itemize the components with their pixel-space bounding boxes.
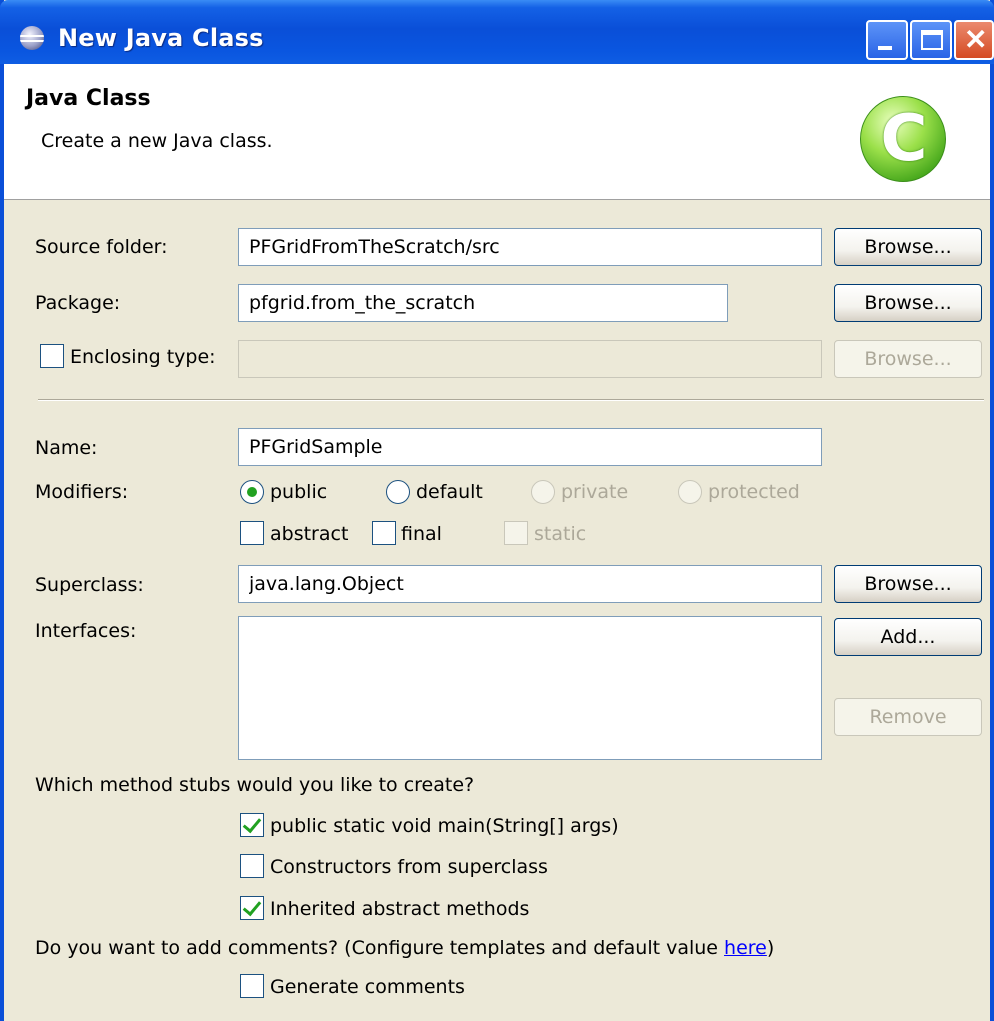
- maximize-icon: [921, 30, 943, 50]
- modifier-public-radio[interactable]: [240, 480, 264, 504]
- constructors-label: Constructors from superclass: [270, 856, 548, 878]
- modifier-final-checkbox[interactable]: [372, 521, 396, 545]
- interfaces-label: Interfaces:: [35, 620, 137, 642]
- modifiers-label: Modifiers:: [35, 481, 129, 503]
- inherited-methods-checkbox[interactable]: [240, 896, 264, 920]
- modifier-static-checkbox[interactable]: [504, 521, 528, 545]
- generate-comments-checkbox[interactable]: [240, 974, 264, 998]
- minimize-button[interactable]: [866, 20, 908, 60]
- window-title: New Java Class: [58, 24, 264, 52]
- enclosing-type-input[interactable]: [238, 340, 822, 378]
- separator: [38, 399, 984, 401]
- modifier-private-radio[interactable]: [531, 480, 555, 504]
- superclass-browse-button[interactable]: Browse...: [834, 565, 982, 603]
- source-folder-input[interactable]: [238, 228, 822, 266]
- comments-question: Do you want to add comments? (Configure …: [35, 937, 774, 959]
- modifier-private-label: private: [561, 481, 629, 503]
- comments-question-end: ): [766, 937, 775, 959]
- enclosing-type-checkbox[interactable]: [40, 344, 64, 368]
- close-icon: ✕: [964, 24, 988, 55]
- source-folder-browse-button[interactable]: Browse...: [834, 228, 982, 266]
- source-folder-label: Source folder:: [35, 236, 168, 258]
- main-method-label: public static void main(String[] args): [270, 815, 619, 837]
- package-label: Package:: [35, 292, 121, 314]
- enclosing-type-browse-button[interactable]: Browse...: [834, 340, 982, 378]
- close-button[interactable]: ✕: [954, 20, 994, 60]
- banner-title: Java Class: [26, 86, 151, 111]
- modifier-default-radio[interactable]: [386, 480, 410, 504]
- interfaces-remove-button[interactable]: Remove: [834, 698, 982, 736]
- new-java-class-dialog: New Java Class ✕ Java Class Create a new…: [0, 0, 994, 1021]
- interfaces-list[interactable]: [238, 616, 822, 760]
- main-method-checkbox[interactable]: [240, 813, 264, 837]
- modifier-abstract-checkbox[interactable]: [240, 521, 264, 545]
- method-stubs-question: Which method stubs would you like to cre…: [35, 774, 475, 796]
- name-input[interactable]: [238, 428, 822, 466]
- java-class-icon: C: [860, 96, 946, 182]
- modifier-protected-label: protected: [708, 481, 800, 503]
- enclosing-type-label: Enclosing type:: [70, 346, 216, 368]
- wizard-banner: Java Class Create a new Java class. C: [4, 64, 990, 200]
- minimize-icon: [878, 46, 892, 50]
- modifier-public-label: public: [270, 481, 328, 503]
- configure-templates-link[interactable]: here: [724, 937, 767, 959]
- banner-description: Create a new Java class.: [41, 130, 273, 152]
- modifier-abstract-label: abstract: [270, 523, 349, 545]
- superclass-input[interactable]: [238, 565, 822, 603]
- inherited-methods-label: Inherited abstract methods: [270, 898, 530, 920]
- modifier-protected-radio[interactable]: [678, 480, 702, 504]
- comments-question-text: Do you want to add comments? (Configure …: [35, 937, 725, 959]
- package-browse-button[interactable]: Browse...: [834, 284, 982, 322]
- title-bar[interactable]: New Java Class ✕: [0, 0, 994, 64]
- package-input[interactable]: [238, 284, 728, 322]
- modifier-final-label: final: [401, 523, 442, 545]
- constructors-checkbox[interactable]: [240, 854, 264, 878]
- modifier-static-label: static: [534, 523, 587, 545]
- modifier-default-label: default: [416, 481, 483, 503]
- maximize-button[interactable]: [910, 20, 952, 60]
- interfaces-add-button[interactable]: Add...: [834, 618, 982, 656]
- superclass-label: Superclass:: [35, 574, 144, 596]
- eclipse-icon: [20, 26, 44, 50]
- name-label: Name:: [35, 437, 98, 459]
- generate-comments-label: Generate comments: [270, 976, 465, 998]
